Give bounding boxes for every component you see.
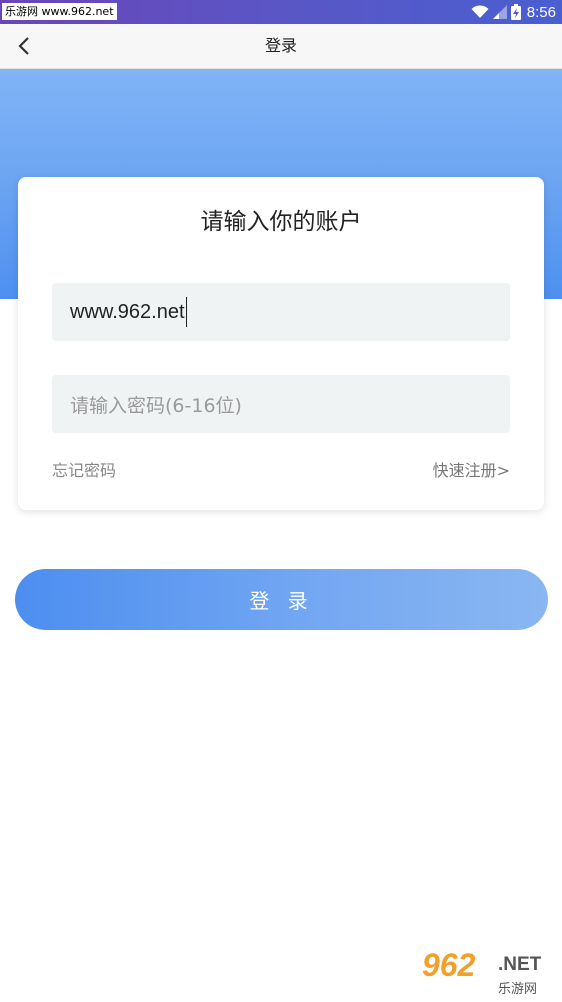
quick-register-link[interactable]: 快速注册> [433, 457, 510, 481]
back-button[interactable] [8, 30, 40, 62]
status-icons: 8:56 [471, 0, 556, 24]
password-placeholder: 请输入密码(6-16位) [70, 394, 242, 417]
watermark-logo-net: .NET [498, 954, 542, 975]
text-cursor [185, 297, 188, 327]
wifi-icon [471, 5, 489, 19]
account-input[interactable]: www.962.net [52, 283, 510, 341]
forgot-password-link[interactable]: 忘记密码 [52, 457, 116, 481]
signal-icon [492, 5, 507, 19]
watermark-text: 乐游网 www.962.net [2, 3, 117, 20]
nav-bar: 登录 [0, 24, 562, 69]
watermark-logo: 962 .NET 乐游网 [422, 948, 556, 998]
login-card: 请输入你的账户 www.962.net 请输入密码(6-16位) 忘记密码 快速… [18, 177, 544, 510]
watermark-logo-subtext: 乐游网 [498, 982, 538, 997]
account-input-value: www.962.net [70, 300, 185, 323]
battery-charging-icon [510, 4, 521, 20]
chevron-left-icon [18, 37, 29, 55]
watermark-logo-number: 962 [422, 947, 476, 983]
card-title: 请输入你的账户 [200, 209, 362, 235]
status-bar: 乐游网 www.962.net 8:56 [0, 0, 562, 24]
status-time: 8:56 [526, 3, 556, 21]
page-title: 登录 [264, 36, 297, 55]
password-input[interactable]: 请输入密码(6-16位) [52, 375, 510, 433]
login-button[interactable]: 登 录 [15, 569, 548, 630]
